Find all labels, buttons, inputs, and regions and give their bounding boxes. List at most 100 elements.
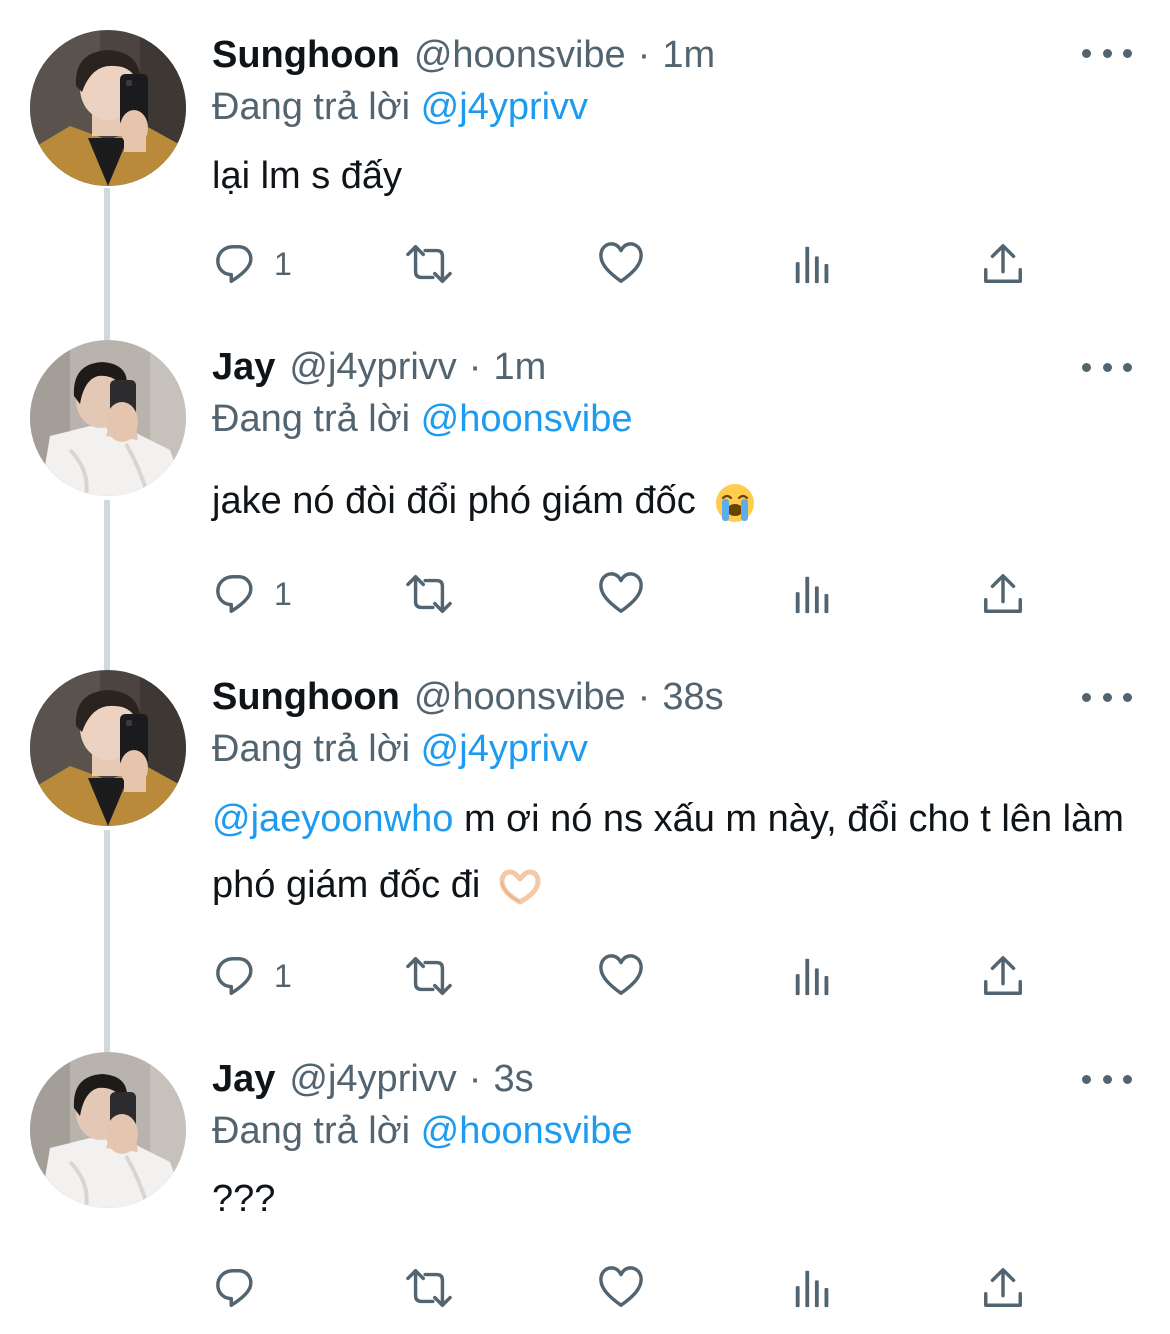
more-options-icon[interactable]	[1082, 38, 1132, 68]
reply-button[interactable]: 1	[214, 234, 292, 294]
heart-hands-icon	[499, 869, 541, 905]
more-options-icon[interactable]	[1082, 1064, 1132, 1094]
separator-dot: ·	[637, 34, 651, 76]
share-icon	[980, 953, 1026, 999]
jay-avatar-image	[30, 1052, 186, 1208]
tweet-text-body: ???	[212, 1178, 276, 1220]
avatar[interactable]	[30, 1052, 186, 1208]
separator-dot: ·	[468, 346, 482, 388]
replying-to-label: Đang trả lời	[212, 728, 411, 770]
replying-to-label: Đang trả lời	[212, 398, 411, 440]
like-button[interactable]	[598, 564, 644, 624]
display-name[interactable]: Jay	[212, 1058, 275, 1101]
more-options-icon[interactable]	[1082, 682, 1132, 712]
avatar[interactable]	[30, 30, 186, 186]
tweet-actions: 1	[212, 946, 1072, 1006]
replying-to: Đang trả lời @j4yprivv	[212, 86, 588, 129]
display-name[interactable]: Sunghoon	[212, 676, 400, 719]
retweet-icon	[400, 1265, 458, 1311]
retweet-button[interactable]	[400, 564, 458, 624]
like-icon	[598, 953, 644, 999]
share-icon	[980, 241, 1026, 287]
replying-to: Đang trả lời @hoonsvibe	[212, 1110, 633, 1153]
analytics-button[interactable]	[790, 946, 836, 1006]
reply-icon	[214, 571, 260, 617]
like-icon	[598, 571, 644, 617]
sunghoon-avatar-image	[30, 670, 186, 826]
thread-line	[104, 830, 110, 1052]
like-button[interactable]	[598, 946, 644, 1006]
retweet-icon	[400, 571, 458, 617]
retweet-button[interactable]	[400, 234, 458, 294]
reply-count: 1	[274, 245, 292, 282]
replying-to: Đang trả lời @hoonsvibe	[212, 398, 633, 441]
tweet-text: jake nó đòi đổi phó giám đốc	[212, 468, 1132, 534]
like-button[interactable]	[598, 1258, 644, 1318]
tweet-header: Sunghoon @hoonsvibe · 38s	[212, 676, 724, 724]
reply-count: 1	[274, 957, 292, 994]
analytics-icon	[790, 1265, 836, 1311]
replying-to-mention[interactable]: @j4yprivv	[421, 86, 588, 128]
retweet-button[interactable]	[400, 946, 458, 1006]
replying-to-mention[interactable]: @hoonsvibe	[421, 1110, 633, 1152]
replying-to: Đang trả lời @j4yprivv	[212, 728, 588, 771]
jay-avatar-image	[30, 340, 186, 496]
timestamp[interactable]: 3s	[493, 1058, 533, 1101]
reply-count: 1	[274, 575, 292, 612]
thread-line	[104, 188, 110, 340]
avatar[interactable]	[30, 340, 186, 496]
retweet-button[interactable]	[400, 1258, 458, 1318]
sunghoon-avatar-image	[30, 30, 186, 186]
reply-icon	[214, 1265, 260, 1311]
timestamp[interactable]: 1m	[662, 34, 715, 77]
avatar[interactable]	[30, 670, 186, 826]
tweet-actions: 1	[212, 234, 1072, 294]
user-handle[interactable]: @hoonsvibe	[414, 34, 626, 77]
reply-icon	[214, 241, 260, 287]
like-icon	[598, 241, 644, 287]
reply-button[interactable]: 1	[214, 946, 292, 1006]
replying-to-label: Đang trả lời	[212, 86, 411, 128]
retweet-icon	[400, 953, 458, 999]
thread-line	[104, 500, 110, 670]
tweet-text-body: lại lm s đấy	[212, 155, 403, 197]
user-handle[interactable]: @j4yprivv	[289, 1058, 456, 1101]
like-button[interactable]	[598, 234, 644, 294]
tweet-text-body: jake nó đòi đổi phó giám đốc	[212, 480, 696, 522]
display-name[interactable]: Jay	[212, 346, 275, 389]
retweet-icon	[400, 241, 458, 287]
tweet-actions: 1	[212, 564, 1072, 624]
analytics-icon	[790, 241, 836, 287]
reply-button[interactable]	[214, 1258, 274, 1318]
more-options-icon[interactable]	[1082, 352, 1132, 382]
display-name[interactable]: Sunghoon	[212, 34, 400, 77]
analytics-button[interactable]	[790, 234, 836, 294]
share-button[interactable]	[980, 946, 1026, 1006]
loudly-crying-face-icon	[716, 483, 755, 522]
replying-to-mention[interactable]: @j4yprivv	[421, 728, 588, 770]
analytics-button[interactable]	[790, 1258, 836, 1318]
separator-dot: ·	[468, 1058, 482, 1100]
replying-to-mention[interactable]: @hoonsvibe	[421, 398, 633, 440]
tweet-text: lại lm s đấy	[212, 143, 1132, 209]
tweet-header: Jay @j4yprivv · 3s	[212, 1058, 534, 1106]
tweet-text: @jaeyoonwho m ơi nó ns xấu m này, đổi ch…	[212, 786, 1132, 918]
share-button[interactable]	[980, 1258, 1026, 1318]
tweet-header: Jay @j4yprivv · 1m	[212, 346, 546, 394]
analytics-button[interactable]	[790, 564, 836, 624]
like-icon	[598, 1265, 644, 1311]
tweet-mention[interactable]: @jaeyoonwho	[212, 798, 453, 840]
user-handle[interactable]: @hoonsvibe	[414, 676, 626, 719]
share-button[interactable]	[980, 234, 1026, 294]
separator-dot: ·	[637, 676, 651, 718]
replying-to-label: Đang trả lời	[212, 1110, 411, 1152]
user-handle[interactable]: @j4yprivv	[289, 346, 456, 389]
share-button[interactable]	[980, 564, 1026, 624]
timestamp[interactable]: 38s	[662, 676, 723, 719]
reply-button[interactable]: 1	[214, 564, 292, 624]
tweet-actions	[212, 1258, 1072, 1318]
timestamp[interactable]: 1m	[493, 346, 546, 389]
share-icon	[980, 1265, 1026, 1311]
share-icon	[980, 571, 1026, 617]
reply-icon	[214, 953, 260, 999]
